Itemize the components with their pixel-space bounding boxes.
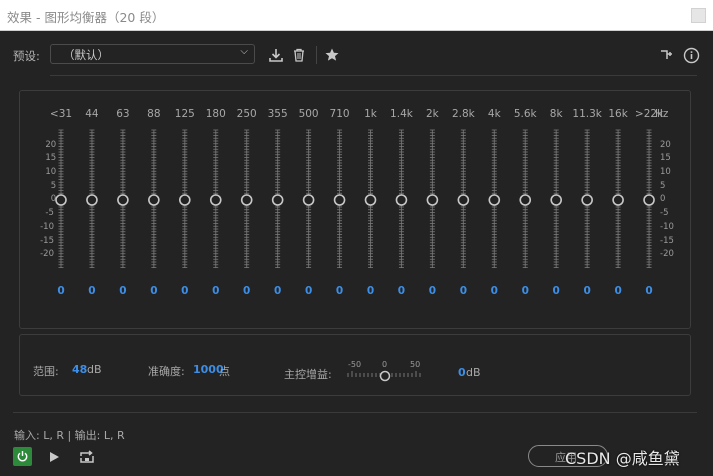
range-unit: dB <box>87 363 102 376</box>
band-slider[interactable] <box>364 129 377 268</box>
slider-knob[interactable] <box>426 194 439 206</box>
watermark: CSDN @咸鱼黛 <box>565 449 680 468</box>
master-gain-knob[interactable] <box>379 370 391 382</box>
band-slider[interactable] <box>426 129 439 268</box>
hz-unit-label: Hz <box>655 108 669 120</box>
gain-scale-min: -50 <box>348 360 362 369</box>
scale-label-left: 5 <box>50 181 57 191</box>
accuracy-unit: 点 <box>219 365 230 378</box>
scale-label-left: -5 <box>45 208 54 218</box>
scale-label-left: 0 <box>50 194 57 204</box>
band-slider[interactable] <box>240 129 253 268</box>
band-slider[interactable] <box>148 129 160 268</box>
scale-label-right: -15 <box>660 236 674 246</box>
slider-knob[interactable] <box>240 194 253 206</box>
slider-knob[interactable] <box>117 194 129 206</box>
range-label: 范围: <box>33 365 59 378</box>
band-slider[interactable] <box>612 129 624 268</box>
slider-knob[interactable] <box>457 194 470 206</box>
scale-label-right: 5 <box>660 181 666 191</box>
scale-label-left: -15 <box>40 236 54 246</box>
slider-knob[interactable] <box>550 194 563 206</box>
slider-knob[interactable] <box>333 194 346 206</box>
range-value[interactable]: 48 <box>72 363 87 376</box>
gain-scale-mid: 0 <box>382 360 388 369</box>
band-slider[interactable] <box>488 129 501 268</box>
band-slider[interactable] <box>117 129 129 268</box>
slider-knob[interactable] <box>86 194 98 206</box>
scale-label-left: 20 <box>45 140 57 150</box>
slider-knob[interactable] <box>209 194 222 206</box>
band-slider[interactable] <box>55 129 67 268</box>
play-icon[interactable] <box>45 448 63 466</box>
band-slider[interactable] <box>395 129 408 268</box>
scale-label-left: -20 <box>40 249 54 259</box>
master-gain-label: 主控增益: <box>284 368 332 381</box>
slider-knob[interactable] <box>488 194 501 206</box>
master-gain-unit: dB <box>466 366 481 379</box>
slider-knob[interactable] <box>395 194 408 206</box>
slider-knob[interactable] <box>302 194 315 206</box>
gain-scale-max: 50 <box>410 360 421 369</box>
scale-label-right: 15 <box>660 153 671 163</box>
band-slider[interactable] <box>271 129 284 268</box>
band-slider[interactable] <box>86 129 98 268</box>
slider-knob[interactable] <box>55 194 67 206</box>
scale-label-left: 15 <box>45 153 57 163</box>
band-slider[interactable] <box>581 129 593 268</box>
io-routing-text: 输入: L, R | 输出: L, R <box>14 429 125 442</box>
master-gain-value[interactable]: 0 <box>458 366 466 379</box>
scale-label-left: 10 <box>45 167 57 177</box>
slider-knob[interactable] <box>148 194 160 206</box>
band-slider[interactable] <box>302 129 315 268</box>
scale-label-left: -10 <box>40 222 54 232</box>
power-icon <box>17 451 28 462</box>
eq-sliders-svg <box>55 129 655 268</box>
accuracy-label: 准确度: <box>148 365 185 378</box>
slider-knob[interactable] <box>179 194 191 206</box>
loop-icon[interactable] <box>78 448 96 466</box>
slider-knob[interactable] <box>581 194 593 206</box>
band-slider[interactable] <box>457 129 470 268</box>
slider-knob[interactable] <box>271 194 284 206</box>
band-slider[interactable] <box>643 129 655 268</box>
slider-knob[interactable] <box>643 194 655 206</box>
band-slider[interactable] <box>179 129 191 268</box>
scale-label-right: 0 <box>660 194 666 204</box>
band-slider[interactable] <box>333 129 346 268</box>
scale-label-right: -20 <box>660 249 674 259</box>
band-slider[interactable] <box>550 129 563 268</box>
scale-label-right: -10 <box>660 222 674 232</box>
slider-knob[interactable] <box>612 194 624 206</box>
slider-knob[interactable] <box>364 194 377 206</box>
scale-label-right: -5 <box>660 208 669 218</box>
scale-label-right: 20 <box>660 140 671 150</box>
slider-knob[interactable] <box>519 194 532 206</box>
band-slider[interactable] <box>209 129 222 268</box>
band-slider[interactable] <box>519 129 532 268</box>
power-button[interactable] <box>13 447 32 466</box>
scale-label-right: 10 <box>660 167 671 177</box>
divider <box>13 412 697 413</box>
